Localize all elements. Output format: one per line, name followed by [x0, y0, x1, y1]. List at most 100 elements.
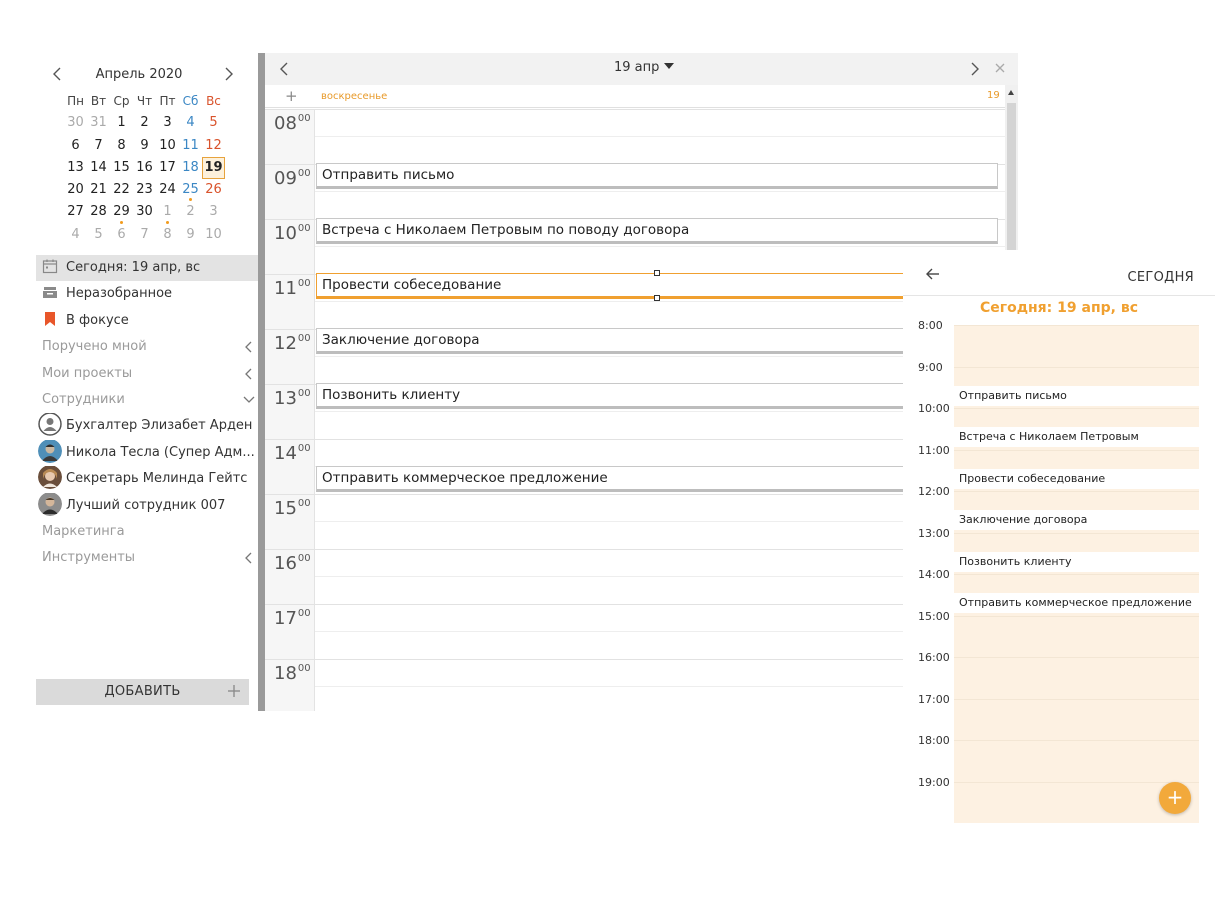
sidebar-item-inbox[interactable]: Неразобранное — [36, 281, 258, 307]
add-event-fab[interactable]: + — [1159, 782, 1191, 814]
hour-row[interactable]: 1700 — [265, 604, 1005, 659]
calendar-day[interactable]: 1 — [110, 112, 133, 134]
employee-item[interactable]: Лучший сотрудник 007 — [36, 492, 258, 519]
mobile-hour-row[interactable]: 10:00 Встреча с Николаем Петровым — [903, 402, 1215, 450]
calendar-day[interactable]: 7 — [87, 135, 110, 157]
sidebar-section-marketing[interactable]: Маркетинга — [36, 519, 258, 545]
calendar-day[interactable]: 22 — [110, 179, 133, 201]
mobile-event[interactable]: Позвонить клиенту — [954, 551, 1199, 572]
employee-item[interactable]: Бухгалтер Элизабет Арден — [36, 413, 258, 439]
calendar-day[interactable]: 2 — [179, 201, 202, 223]
calendar-day[interactable]: 31 — [87, 112, 110, 134]
mobile-hour-row[interactable]: 14:00 Отправить коммерческое предложение — [903, 568, 1215, 616]
calendar-day[interactable]: 19 — [202, 156, 225, 180]
hour-row[interactable]: 1500 — [265, 494, 1005, 549]
calendar-day[interactable]: 14 — [87, 157, 110, 179]
calendar-day[interactable]: 4 — [64, 224, 87, 246]
mobile-event[interactable]: Отправить письмо — [954, 385, 1199, 406]
calendar-day[interactable]: 8 — [156, 224, 179, 246]
event-block[interactable]: Позвонить клиенту — [316, 383, 998, 409]
calendar-day[interactable]: 8 — [110, 135, 133, 157]
resize-handle[interactable] — [654, 270, 660, 276]
mobile-event[interactable]: Отправить коммерческое предложение — [954, 593, 1199, 613]
sidebar-item-focus[interactable]: В фокусе — [36, 308, 258, 334]
calendar-day[interactable]: 30 — [133, 201, 156, 223]
mobile-hour-row[interactable]: 18:00 — [903, 734, 1215, 782]
sidebar-item-today[interactable]: Сегодня: 19 апр, вс — [36, 255, 258, 282]
calendar-day[interactable]: 16 — [133, 157, 156, 179]
previous-day-button[interactable] — [277, 61, 291, 77]
sidebar-section-employees[interactable]: Сотрудники — [36, 387, 258, 413]
calendar-day[interactable]: 23 — [133, 179, 156, 201]
calendar-day[interactable]: 6 — [110, 224, 133, 246]
calendar-day[interactable]: 6 — [64, 135, 87, 157]
next-month-button[interactable] — [222, 66, 236, 84]
mobile-hour-row[interactable]: 15:00 — [903, 610, 1215, 657]
hour-row[interactable]: 0800 — [265, 109, 1005, 164]
calendar-day[interactable]: 5 — [87, 224, 110, 246]
close-icon[interactable] — [993, 61, 1007, 75]
mobile-hour-slot[interactable] — [954, 740, 1199, 782]
calendar-day[interactable]: 24 — [156, 179, 179, 201]
event-block-selected[interactable]: Провести собеседование — [316, 270, 998, 301]
calendar-day[interactable]: 4 — [179, 112, 202, 134]
hour-row[interactable]: 1600 — [265, 549, 1005, 604]
mobile-hour-row[interactable]: 13:00 Позвонить клиенту — [903, 527, 1215, 574]
calendar-day[interactable]: 15 — [110, 157, 133, 179]
calendar-day[interactable]: 9 — [179, 224, 202, 246]
calendar-day[interactable]: 2 — [133, 112, 156, 134]
calendar-day[interactable]: 10 — [156, 135, 179, 157]
sidebar-section-assigned[interactable]: Поручено мной — [36, 334, 258, 360]
calendar-day[interactable]: 27 — [64, 201, 87, 223]
employee-item[interactable]: Никола Тесла (Супер Адм... — [36, 439, 258, 466]
calendar-day[interactable]: 3 — [202, 201, 225, 223]
calendar-day[interactable]: 5 — [202, 112, 225, 134]
calendar-day[interactable]: 7 — [133, 224, 156, 246]
date-selector[interactable]: 19 апр — [614, 60, 675, 75]
calendar-day[interactable]: 30 — [64, 112, 87, 134]
next-day-button[interactable] — [968, 61, 982, 77]
day-grid[interactable]: 0800 0900 1000 1100 1200 1300 1400 1500 1600 1700… — [265, 109, 1005, 711]
sidebar-section-tools[interactable]: Инструменты — [36, 545, 258, 571]
scroll-up-arrow-icon[interactable] — [1008, 90, 1014, 95]
sidebar-section-projects[interactable]: Мои проекты — [36, 361, 258, 387]
calendar-day[interactable]: 9 — [133, 135, 156, 157]
mobile-hour-row[interactable]: 12:00 Заключение договора — [903, 485, 1215, 533]
mobile-hour-slot[interactable] — [954, 698, 1199, 740]
mobile-hour-slot[interactable] — [954, 657, 1199, 699]
calendar-day[interactable]: 17 — [156, 157, 179, 179]
resize-handle[interactable] — [654, 295, 660, 301]
calendar-day[interactable]: 3 — [156, 112, 179, 134]
mobile-event[interactable]: Провести собеседование — [954, 468, 1199, 489]
event-block[interactable]: Заключение договора — [316, 328, 998, 354]
calendar-day[interactable]: 12 — [202, 135, 225, 157]
calendar-day[interactable]: 28 — [87, 201, 110, 223]
calendar-day[interactable]: 21 — [87, 179, 110, 201]
mobile-event[interactable]: Встреча с Николаем Петровым — [954, 427, 1199, 447]
calendar-day[interactable]: 1 — [156, 201, 179, 224]
calendar-day[interactable]: 11 — [179, 135, 202, 157]
mobile-hour-row[interactable]: 8:00 — [903, 319, 1215, 367]
employee-item[interactable]: Секретарь Мелинда Гейтс — [36, 466, 258, 492]
calendar-day[interactable]: 26 — [202, 179, 225, 201]
mobile-hour-row[interactable]: 9:00 Отправить письмо — [903, 361, 1215, 408]
previous-month-button[interactable] — [50, 66, 64, 84]
calendar-day[interactable]: 10 — [202, 224, 225, 246]
add-all-day-button[interactable]: + — [285, 87, 298, 105]
mobile-hour-row[interactable]: 16:00 — [903, 651, 1215, 699]
calendar-day[interactable]: 18 — [179, 157, 202, 179]
mobile-hour-row[interactable]: 11:00 Провести собеседование — [903, 444, 1215, 491]
calendar-day[interactable]: 25 — [179, 179, 202, 202]
event-block[interactable]: Встреча с Николаем Петровым по поводу до… — [316, 218, 998, 244]
calendar-day[interactable]: 29 — [110, 201, 133, 224]
calendar-day[interactable]: 13 — [64, 157, 87, 179]
mobile-hour-slot[interactable] — [954, 325, 1199, 367]
hour-row[interactable]: 1800 — [265, 659, 1005, 711]
calendar-day[interactable]: 20 — [64, 179, 87, 201]
mobile-event[interactable]: Заключение договора — [954, 510, 1199, 530]
mobile-hour-row[interactable]: 17:00 — [903, 693, 1215, 740]
mobile-hour-slot[interactable] — [954, 615, 1199, 657]
arrow-back-icon[interactable] — [925, 266, 941, 282]
panel-divider[interactable] — [258, 53, 265, 711]
add-button[interactable]: ДОБАВИТЬ — [36, 679, 249, 705]
